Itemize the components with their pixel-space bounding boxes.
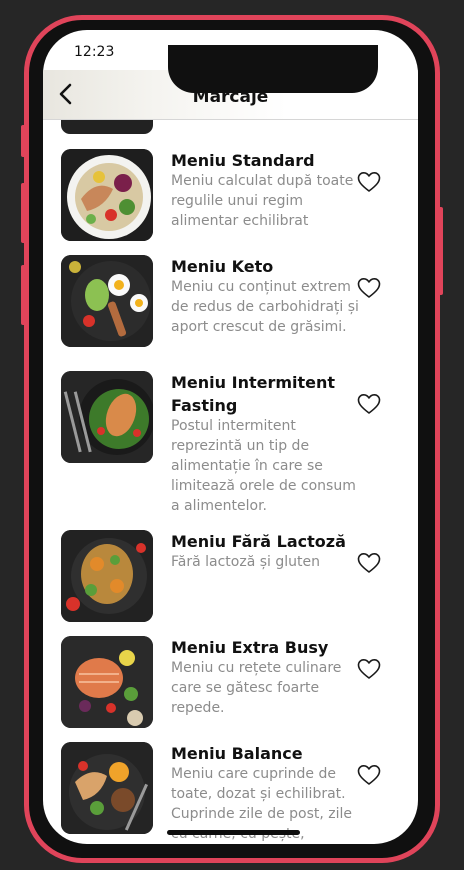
list-item-meniu-intermitent-fasting[interactable]: Meniu Intermitent Fasting Postul intermi…: [43, 371, 418, 519]
menu-thumbnail: [61, 255, 153, 347]
device-notch: [168, 45, 378, 93]
heart-outline-icon[interactable]: [357, 171, 381, 193]
menu-name: Meniu Balance: [171, 744, 303, 763]
home-indicator[interactable]: [167, 830, 300, 835]
list-item-meniu-fara-lactoza[interactable]: Meniu Fără Lactoză Fără lactoză și glute…: [43, 530, 418, 630]
menu-name: Meniu Intermitent Fasting: [171, 373, 336, 415]
menu-description: Meniu cu conținut extrem de redus de car…: [171, 279, 359, 335]
heart-outline-icon[interactable]: [357, 277, 381, 299]
menu-name: Meniu Fără Lactoză: [171, 532, 346, 551]
menu-thumbnail: [61, 149, 153, 241]
side-button-left-3: [21, 265, 27, 325]
menu-thumbnail: [61, 742, 153, 834]
list-item-meniu-standard[interactable]: Meniu Standard Meniu calculat după toate…: [43, 149, 418, 244]
menu-thumbnail: [61, 636, 153, 728]
menu-thumbnail-partial: [61, 119, 153, 134]
menu-name: Meniu Keto: [171, 257, 274, 276]
menu-description: Fără lactoză și gluten: [171, 554, 320, 570]
list-item-meniu-keto[interactable]: Meniu Keto Meniu cu conținut extrem de r…: [43, 255, 418, 360]
heart-outline-icon[interactable]: [357, 764, 381, 786]
menu-thumbnail: [61, 371, 153, 463]
list-item-meniu-extra-busy[interactable]: Meniu Extra Busy Meniu cu rețete culinar…: [43, 636, 418, 736]
side-button-left-1: [21, 125, 27, 157]
menu-name: Meniu Extra Busy: [171, 638, 329, 657]
app-screen: 12:23 Marcaje Meniu Standard Meniu calcu…: [43, 30, 418, 844]
menu-thumbnail: [61, 530, 153, 622]
list-item-meniu-balance[interactable]: Meniu Balance Meniu care cuprinde de toa…: [43, 742, 418, 844]
heart-outline-icon[interactable]: [357, 658, 381, 680]
menu-description: Meniu cu rețete culinare care se gătesc …: [171, 660, 342, 716]
menu-name: Meniu Standard: [171, 151, 315, 170]
bookmarks-list: Meniu Standard Meniu calculat după toate…: [43, 119, 418, 844]
status-time: 12:23: [74, 44, 115, 60]
heart-outline-icon[interactable]: [357, 552, 381, 574]
side-button-right: [437, 207, 443, 295]
heart-outline-icon[interactable]: [357, 393, 381, 415]
side-button-left-2: [21, 183, 27, 243]
menu-description: Meniu calculat după toate regulile unui …: [171, 173, 354, 229]
menu-description: Postul intermitent reprezintă un tip de …: [171, 418, 356, 514]
